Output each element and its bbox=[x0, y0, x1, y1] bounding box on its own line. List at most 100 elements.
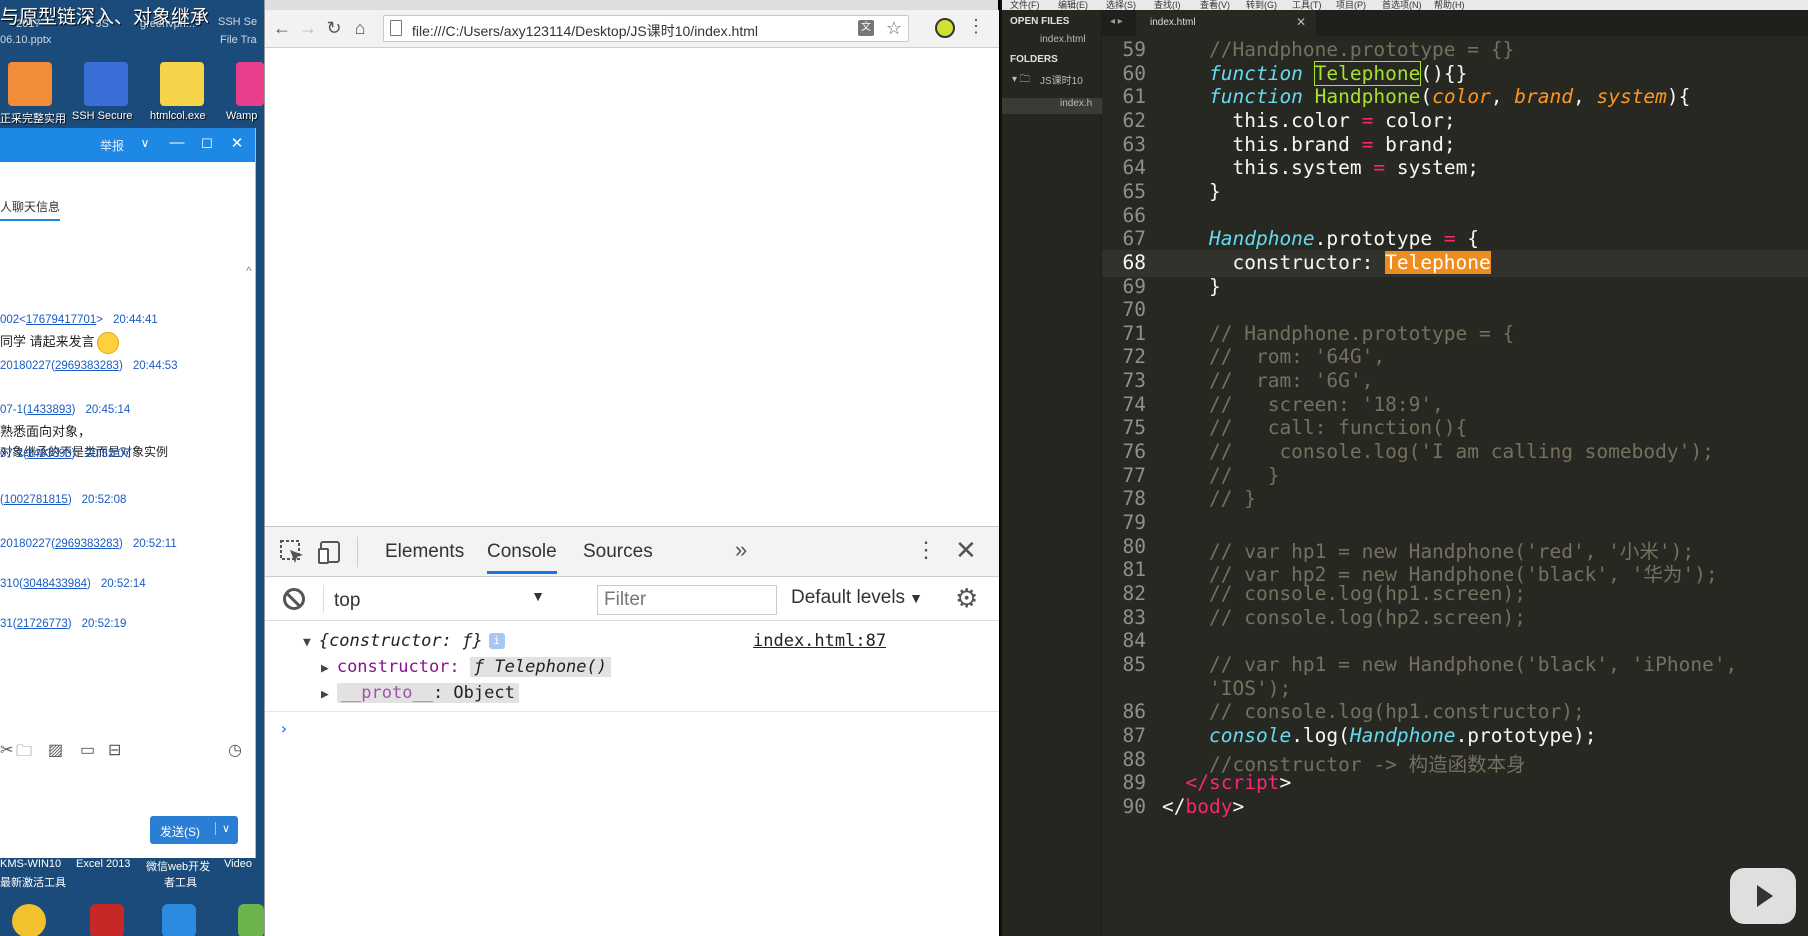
code-line[interactable]: // } bbox=[1209, 487, 1256, 510]
code-line[interactable]: this.brand = brand; bbox=[1209, 133, 1455, 156]
tab-sources[interactable]: Sources bbox=[583, 541, 653, 563]
tab-console[interactable]: Console bbox=[487, 541, 557, 574]
console-filter-input[interactable] bbox=[598, 586, 776, 614]
menu-item[interactable]: 首选项(N) bbox=[1382, 0, 1422, 10]
console-prompt[interactable]: › bbox=[279, 719, 289, 738]
code-line[interactable]: // call: function(){ bbox=[1209, 416, 1467, 439]
code-line[interactable]: } bbox=[1209, 275, 1221, 298]
scissors-icon[interactable]: ✂ bbox=[0, 740, 13, 760]
inspect-element-icon[interactable] bbox=[279, 539, 305, 565]
close-devtools-icon[interactable]: ✕ bbox=[955, 535, 977, 566]
folder-file-item[interactable]: index.h bbox=[1060, 98, 1092, 109]
log-prop-proto[interactable]: ▶ __proto__: Object bbox=[321, 683, 519, 703]
wamp-icon[interactable] bbox=[236, 62, 264, 106]
log-levels-dropdown[interactable]: Default levels ▼ bbox=[791, 587, 923, 609]
sender-id-link[interactable]: 1433893 bbox=[27, 404, 72, 416]
maximize-icon[interactable]: ☐ bbox=[196, 136, 218, 152]
expand-triangle-icon[interactable]: ▶ bbox=[321, 687, 329, 702]
expand-triangle-icon[interactable]: ▶ bbox=[321, 661, 329, 676]
menu-item[interactable]: 查看(V) bbox=[1200, 0, 1230, 10]
bookmark-star-icon[interactable]: ☆ bbox=[886, 18, 902, 39]
expand-triangle-icon[interactable]: ▼ bbox=[303, 635, 311, 650]
clear-console-icon[interactable] bbox=[283, 588, 305, 610]
code-line[interactable]: // var hp1 = new Handphone('black', 'iPh… bbox=[1209, 653, 1737, 676]
htmlcol-icon[interactable] bbox=[160, 62, 204, 106]
misc-app-icon[interactable] bbox=[238, 904, 264, 936]
code-line[interactable]: </script> bbox=[1186, 771, 1292, 794]
translate-icon[interactable]: 文 bbox=[858, 20, 874, 36]
folder-expand-icon[interactable]: ▾ 🗀 bbox=[1012, 72, 1030, 89]
chevron-down-icon[interactable]: ∨ bbox=[134, 136, 156, 150]
code-line[interactable]: // ram: '6G', bbox=[1209, 369, 1373, 392]
back-arrow-icon[interactable]: ← bbox=[271, 17, 293, 39]
code-line[interactable]: function Telephone(){} bbox=[1209, 60, 1467, 86]
code-line[interactable]: // Handphone.prototype = { bbox=[1209, 322, 1514, 345]
folder-item[interactable]: JS课时10 bbox=[1040, 72, 1083, 87]
home-icon[interactable]: ⌂ bbox=[349, 17, 371, 39]
filezilla-icon[interactable] bbox=[90, 904, 124, 936]
extension-icon[interactable] bbox=[935, 18, 955, 38]
code-line[interactable]: this.system = system; bbox=[1209, 156, 1479, 179]
photo-app-icon[interactable] bbox=[8, 62, 52, 106]
code-line[interactable]: console.log(Handphone.prototype); bbox=[1209, 724, 1596, 747]
close-tab-icon[interactable]: ✕ bbox=[1296, 15, 1306, 29]
code-area[interactable]: //Handphone.prototype = {} function Telep… bbox=[1148, 36, 1808, 936]
sender-id-link[interactable]: 21726773 bbox=[17, 618, 68, 630]
sender-id-link[interactable]: 3048433984 bbox=[23, 578, 87, 590]
minimize-icon[interactable]: — bbox=[166, 134, 188, 151]
feiq-icon[interactable] bbox=[162, 904, 196, 936]
open-file-item[interactable]: index.html bbox=[1040, 34, 1086, 45]
code-line[interactable]: this.color = color; bbox=[1209, 109, 1455, 132]
browser-menu-icon[interactable]: ⋮ bbox=[967, 16, 985, 37]
log-prop-constructor[interactable]: ▶ constructor: ƒ Telephone() bbox=[321, 657, 611, 677]
code-line[interactable]: // } bbox=[1209, 464, 1279, 487]
code-line[interactable]: // rom: '64G', bbox=[1209, 345, 1385, 368]
sender-id-link[interactable]: 1002781815 bbox=[4, 494, 68, 506]
ssh-secure-icon[interactable] bbox=[84, 62, 128, 106]
context-selector[interactable]: top ▼ bbox=[323, 585, 553, 613]
code-line[interactable]: // console.log(hp1.constructor); bbox=[1209, 700, 1585, 723]
code-line[interactable]: // screen: '18:9', bbox=[1209, 393, 1444, 416]
reload-icon[interactable]: ↻ bbox=[323, 17, 345, 39]
address-bar[interactable]: file:///C:/Users/axy123114/Desktop/JS课时1… bbox=[383, 15, 909, 42]
menu-item[interactable]: 转到(G) bbox=[1246, 0, 1277, 10]
chevron-down-icon[interactable]: ∨ bbox=[214, 822, 230, 835]
close-icon[interactable]: ✕ bbox=[226, 134, 248, 152]
image-icon[interactable]: ▨ bbox=[48, 740, 63, 760]
editor-tab[interactable]: index.html ✕ bbox=[1136, 10, 1316, 36]
code-line[interactable]: // console.log('I am calling somebody'); bbox=[1209, 440, 1714, 463]
menu-item[interactable]: 文件(F) bbox=[1010, 0, 1040, 10]
code-line[interactable]: // console.log(hp1.screen); bbox=[1209, 582, 1526, 605]
code-line[interactable]: } bbox=[1209, 180, 1221, 203]
tab-elements[interactable]: Elements bbox=[385, 541, 464, 563]
history-clock-icon[interactable]: ◷ bbox=[228, 740, 242, 760]
bilibili-play-icon[interactable] bbox=[1730, 868, 1796, 924]
sender-id-link[interactable]: 2969383283 bbox=[55, 538, 119, 550]
screenshot-icon[interactable]: ▭ bbox=[80, 740, 95, 760]
menu-item[interactable]: 工具(T) bbox=[1292, 0, 1322, 10]
code-line[interactable]: </body> bbox=[1162, 795, 1244, 818]
sender-id-link[interactable]: 2969383283 bbox=[55, 360, 119, 372]
more-tabs-icon[interactable]: » bbox=[735, 537, 747, 563]
chrome-icon[interactable] bbox=[12, 904, 46, 936]
sender-id-link[interactable]: 17679417701 bbox=[26, 314, 96, 326]
code-line[interactable]: Handphone.prototype = { bbox=[1209, 227, 1479, 250]
devtools-menu-icon[interactable]: ⋮ bbox=[915, 537, 937, 563]
code-line[interactable]: // console.log(hp2.screen); bbox=[1209, 606, 1526, 629]
menu-item[interactable]: 选择(S) bbox=[1106, 0, 1136, 10]
gear-icon[interactable]: ⚙ bbox=[955, 583, 978, 614]
menu-item[interactable]: 查找(I) bbox=[1154, 0, 1181, 10]
code-line[interactable]: //Handphone.prototype = {} bbox=[1209, 38, 1514, 61]
menu-item[interactable]: 项目(P) bbox=[1336, 0, 1366, 10]
sender-id-link[interactable]: 1433893 bbox=[27, 448, 72, 460]
file-icon[interactable]: ⊟ bbox=[108, 740, 121, 760]
device-toolbar-icon[interactable] bbox=[317, 539, 343, 565]
source-link[interactable]: index.html:87 bbox=[753, 631, 886, 651]
forward-arrow-icon[interactable]: → bbox=[297, 17, 319, 39]
scroll-up-icon[interactable]: ^ bbox=[246, 264, 252, 278]
menu-item[interactable]: 帮助(H) bbox=[1434, 0, 1465, 10]
code-line[interactable]: constructor: Telephone bbox=[1209, 250, 1491, 274]
log-entry-root[interactable]: ▼ {constructor: ƒ} i bbox=[303, 631, 505, 651]
folder-icon[interactable]: 🗀 bbox=[16, 740, 32, 767]
send-button[interactable]: 发送(S) ∨ bbox=[150, 816, 238, 844]
